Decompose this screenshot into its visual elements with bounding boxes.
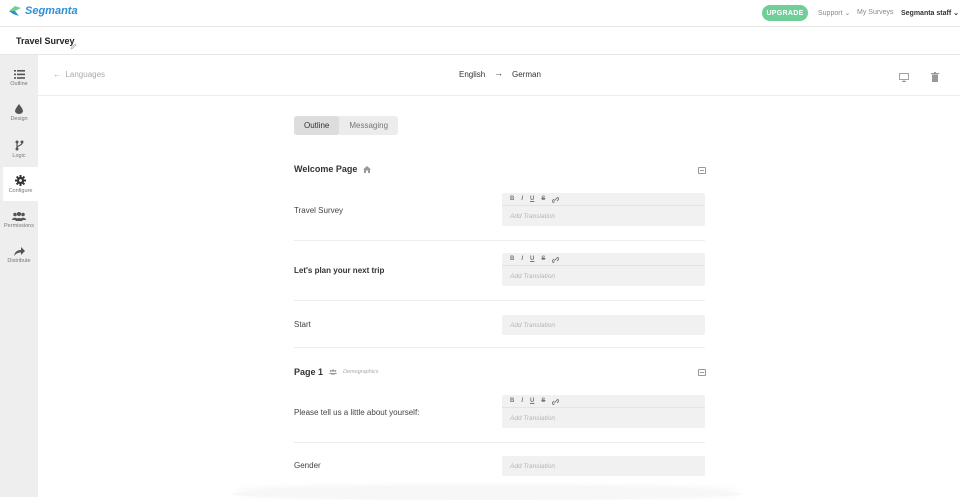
underline-button[interactable]: U [530, 196, 534, 202]
share-icon [13, 246, 25, 256]
target-language: German [512, 70, 541, 79]
arrow-right-icon: → [494, 68, 503, 78]
sidebar-item-permissions[interactable]: Permissions [0, 203, 38, 237]
italic-button[interactable]: I [521, 256, 523, 262]
sidebar-item-label: Configure [8, 187, 33, 194]
section-title-text: Page 1 [294, 367, 324, 377]
language-header: ← Languages English → German [38, 55, 960, 96]
divider [294, 347, 705, 348]
row-label-survey-title: Travel Survey [294, 206, 344, 215]
sidebar-item-outline[interactable]: Outline [0, 61, 38, 95]
survey-title-bar: Travel Survey [0, 27, 960, 55]
link-icon[interactable] [552, 190, 560, 208]
survey-title: Travel Survey [16, 36, 75, 46]
tab-messaging[interactable]: Messaging [339, 116, 398, 135]
row-label-start: Start [294, 320, 311, 329]
segmanta-logo-icon [9, 6, 21, 16]
section-title-page-1: Page 1 Demographics [294, 367, 379, 377]
tab-outline[interactable]: Outline [294, 116, 340, 135]
translation-input[interactable]: Add Translation [502, 408, 705, 428]
upgrade-button[interactable]: UPGRADE [762, 5, 808, 21]
link-icon[interactable] [552, 392, 560, 410]
underline-button[interactable]: U [530, 398, 534, 404]
footer-shadow [232, 488, 742, 500]
divider [294, 300, 705, 301]
row-label-gender: Gender [294, 461, 321, 470]
italic-button[interactable]: I [521, 196, 523, 202]
row-label-subtitle: Let's plan your next trip [294, 266, 385, 275]
translation-input[interactable]: Add Translation [502, 206, 705, 226]
sidebar-item-label: Outline [10, 80, 28, 87]
collapse-section-button[interactable] [698, 369, 706, 376]
users-icon [12, 211, 26, 221]
collapse-section-button[interactable] [698, 167, 706, 174]
pencil-icon[interactable] [70, 37, 77, 55]
back-label: Languages [65, 70, 106, 79]
bold-button[interactable]: B [510, 398, 514, 404]
brand-name: Segmanta [25, 5, 78, 17]
my-surveys-link[interactable]: My Surveys [857, 9, 894, 16]
trash-icon[interactable] [931, 69, 939, 87]
sidebar-item-configure[interactable]: Configure [3, 167, 38, 201]
home-icon [363, 165, 372, 173]
back-to-languages-link[interactable]: ← Languages [53, 70, 105, 79]
translation-input[interactable]: Add Translation [502, 315, 705, 335]
strikethrough-button[interactable]: S [541, 398, 545, 404]
bold-button[interactable]: B [510, 256, 514, 262]
divider [294, 442, 705, 443]
sidebar: Outline Design Logic Configure Permissio… [0, 55, 38, 497]
translation-editor: B I U S Add Translation [502, 253, 705, 286]
user-menu[interactable]: Segmanta staff ⌄ [901, 9, 959, 17]
sidebar-item-label: Distribute [7, 257, 31, 264]
list-icon [13, 69, 25, 79]
branch-icon [15, 140, 23, 150]
sidebar-item-label: Logic [12, 152, 26, 159]
format-toolbar: B I U S [502, 193, 705, 206]
top-bar: Segmanta UPGRADE Support ⌄ My Surveys Se… [0, 0, 960, 27]
source-language: English [459, 70, 486, 79]
section-title-welcome: Welcome Page [294, 164, 372, 174]
sidebar-item-design[interactable]: Design [0, 96, 38, 130]
translation-editor: B I U S Add Translation [502, 193, 705, 226]
link-icon[interactable] [552, 250, 560, 268]
translation-editor: B I U S Add Translation [502, 395, 705, 428]
strikethrough-button[interactable]: S [541, 256, 545, 262]
logo[interactable]: Segmanta [8, 5, 78, 17]
format-toolbar: B I U S [502, 395, 705, 408]
section-title-text: Welcome Page [294, 164, 358, 174]
bold-button[interactable]: B [510, 196, 514, 202]
monitor-icon[interactable] [899, 69, 909, 87]
sidebar-item-label: Design [10, 116, 28, 122]
translation-input[interactable]: Add Translation [502, 456, 705, 476]
underline-button[interactable]: U [530, 256, 534, 262]
italic-button[interactable]: I [521, 398, 523, 404]
translation-input[interactable]: Add Translation [502, 266, 705, 286]
strikethrough-button[interactable]: S [541, 196, 545, 202]
row-label-question: Please tell us a little about yourself: [294, 408, 420, 417]
divider [294, 240, 705, 241]
sidebar-item-label: Permissions [4, 222, 34, 229]
support-menu[interactable]: Support ⌄ [818, 9, 850, 17]
droplet-icon [15, 104, 23, 114]
sidebar-item-logic[interactable]: Logic [0, 132, 38, 166]
content-tabs: Outline Messaging [294, 116, 399, 135]
section-subtitle: Demographics [343, 369, 379, 375]
arrow-left-icon: ← [53, 70, 61, 79]
sidebar-item-distribute[interactable]: Distribute [0, 238, 38, 272]
format-toolbar: B I U S [502, 253, 705, 266]
users-icon [329, 369, 338, 375]
gear-icon [15, 174, 26, 186]
